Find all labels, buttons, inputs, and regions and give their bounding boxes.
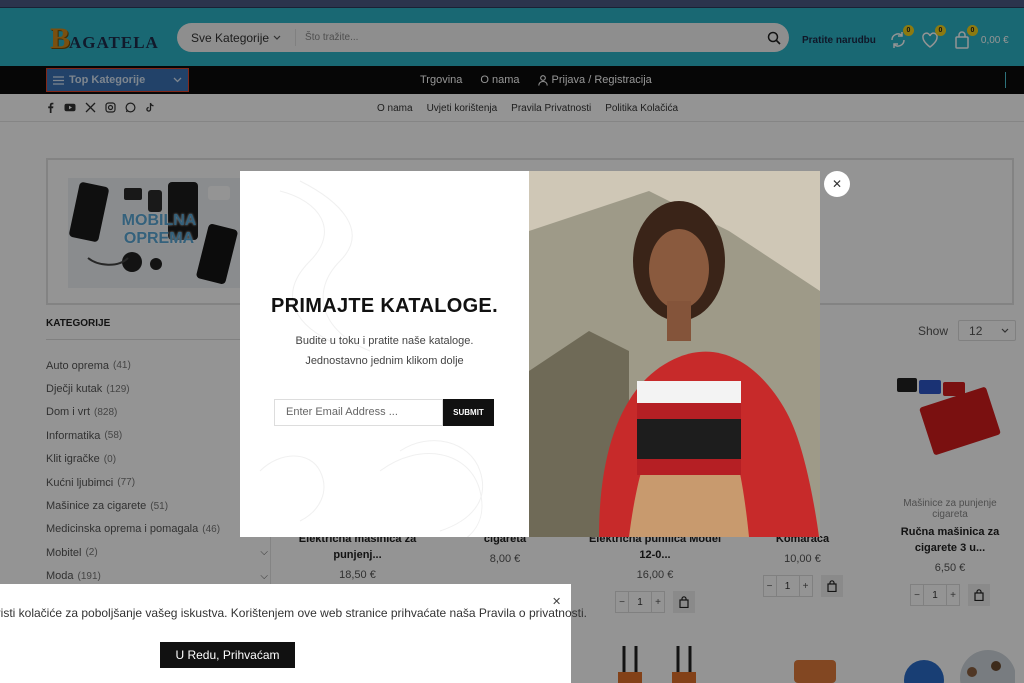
newsletter-popup: PRIMAJTE KATALOGE. Budite u toku i prati… [240,171,820,537]
privacy-policy-link[interactable]: Pravila o privatnosti. [479,606,587,620]
woman-portrait-image [529,171,820,537]
cookie-consent-banner: oristi kolačiće za poboljšanje vašeg isk… [0,584,587,683]
popup-title: PRIMAJTE KATALOGE. [271,295,498,317]
accept-cookies-button[interactable]: U Redu, Prihvaćam [160,642,295,668]
email-input[interactable]: Enter Email Address ... [274,399,443,426]
submit-button[interactable]: SUBMIT [443,399,494,426]
popup-content: PRIMAJTE KATALOGE. Budite u toku i prati… [240,171,529,537]
popup-description: Budite u toku i pratite naše kataloge. J… [295,335,474,367]
popup-model-photo [529,171,820,537]
cookie-text: oristi kolačiće za poboljšanje vašeg isk… [0,606,587,620]
cookie-close-icon[interactable]: ✕ [552,595,561,608]
close-icon[interactable]: ✕ [824,171,850,197]
newsletter-form: Enter Email Address ... SUBMIT [274,399,494,426]
